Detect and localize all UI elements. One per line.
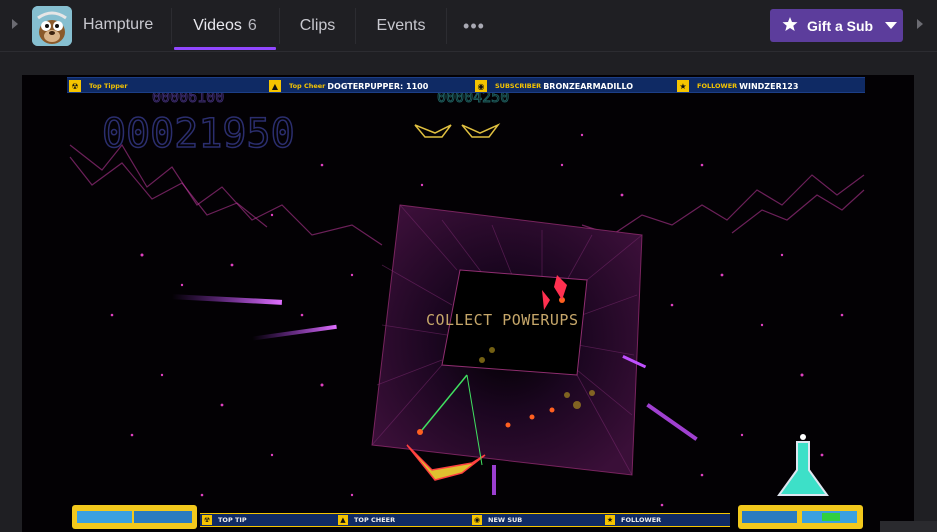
- bottom-top-tip: ☢ TOP TIP: [202, 515, 247, 525]
- channel-name[interactable]: Hampture: [83, 16, 153, 34]
- tab-events[interactable]: Events: [356, 0, 446, 52]
- active-tab-indicator: [174, 47, 276, 50]
- star-icon: ★: [605, 515, 615, 525]
- alert-value: WINDZER123: [739, 81, 799, 91]
- alert-label: Top Cheer: [289, 82, 326, 90]
- warning-triangle-icon: ▲: [338, 515, 348, 525]
- stream-alert-bar: ☢ Top Tipper ▲ Top Cheer DOGTERPUPPER: 1…: [67, 77, 865, 93]
- radiation-icon: ☢: [202, 515, 212, 525]
- lightbulb-icon: ◉: [475, 80, 487, 92]
- bottom-new-sub: ◉ NEW SUB: [472, 515, 522, 525]
- video-player[interactable]: 00021950 00006100 00004250 COLLECT POWER…: [22, 75, 914, 532]
- bottom-follower: ★ FOLLOWER: [605, 515, 661, 525]
- alert-top-tipper: ☢ Top Tipper: [69, 79, 130, 93]
- game-frame: 00021950 00006100 00004250: [22, 75, 914, 532]
- alert-subscriber: ◉ SUBSCRIBER BRONZEARMADILLO: [475, 79, 633, 93]
- lightbulb-icon: ◉: [472, 515, 482, 525]
- bottom-alert-label: TOP CHEER: [354, 516, 396, 524]
- alert-label: SUBSCRIBER: [495, 82, 542, 90]
- channel-avatar[interactable]: [32, 6, 72, 46]
- alert-label: FOLLOWER: [697, 82, 738, 90]
- bottom-alert-label: NEW SUB: [488, 516, 523, 524]
- tab-clips[interactable]: Clips: [280, 0, 355, 52]
- gift-a-sub-button[interactable]: Gift a Sub: [770, 9, 903, 42]
- bottom-alert-label: FOLLOWER: [621, 516, 662, 524]
- gift-a-sub-label: Gift a Sub: [807, 17, 874, 34]
- alert-label: Top Tipper: [89, 82, 128, 90]
- radiation-icon: ☢: [69, 80, 81, 92]
- star-icon: [782, 16, 798, 35]
- alert-value: BRONZEARMADILLO: [543, 81, 634, 91]
- channel-nav-bar: Hampture Videos 6 Clips Events ••• Gift …: [0, 0, 937, 52]
- scroll-right-arrow-icon[interactable]: [917, 19, 923, 29]
- star-icon: ★: [677, 80, 689, 92]
- more-options-icon[interactable]: •••: [450, 0, 498, 52]
- game-message: COLLECT POWERUPS: [426, 311, 579, 329]
- stream-bottom-bar: ☢ TOP TIP ▲ TOP CHEER ◉ NEW SUB ★ FOLLOW…: [70, 509, 860, 532]
- tab-videos[interactable]: Videos 6: [172, 0, 278, 52]
- scroll-left-arrow-icon[interactable]: [12, 19, 18, 29]
- bottom-alert-strip: ☢ TOP TIP ▲ TOP CHEER ◉ NEW SUB ★ FOLLOW…: [200, 513, 730, 527]
- tab-videos-label: Videos: [193, 17, 242, 34]
- alert-value: DOGTERPUPPER: 1100: [327, 81, 429, 91]
- chevron-down-icon: [885, 22, 898, 29]
- tab-events-label: Events: [376, 17, 426, 34]
- tab-videos-count: 6: [247, 17, 257, 34]
- alert-follower: ★ FOLLOWER WINDZER123: [677, 79, 798, 93]
- bottom-alert-label: TOP TIP: [218, 516, 247, 524]
- warning-triangle-icon: ▲: [269, 80, 281, 92]
- scrollbar[interactable]: [880, 521, 937, 532]
- tab-divider: [446, 8, 447, 44]
- tab-clips-label: Clips: [299, 17, 336, 34]
- bottom-top-cheer: ▲ TOP CHEER: [338, 515, 395, 525]
- score-display: 00021950: [102, 111, 295, 157]
- alert-top-cheer: ▲ Top Cheer DOGTERPUPPER: 1100: [269, 79, 428, 93]
